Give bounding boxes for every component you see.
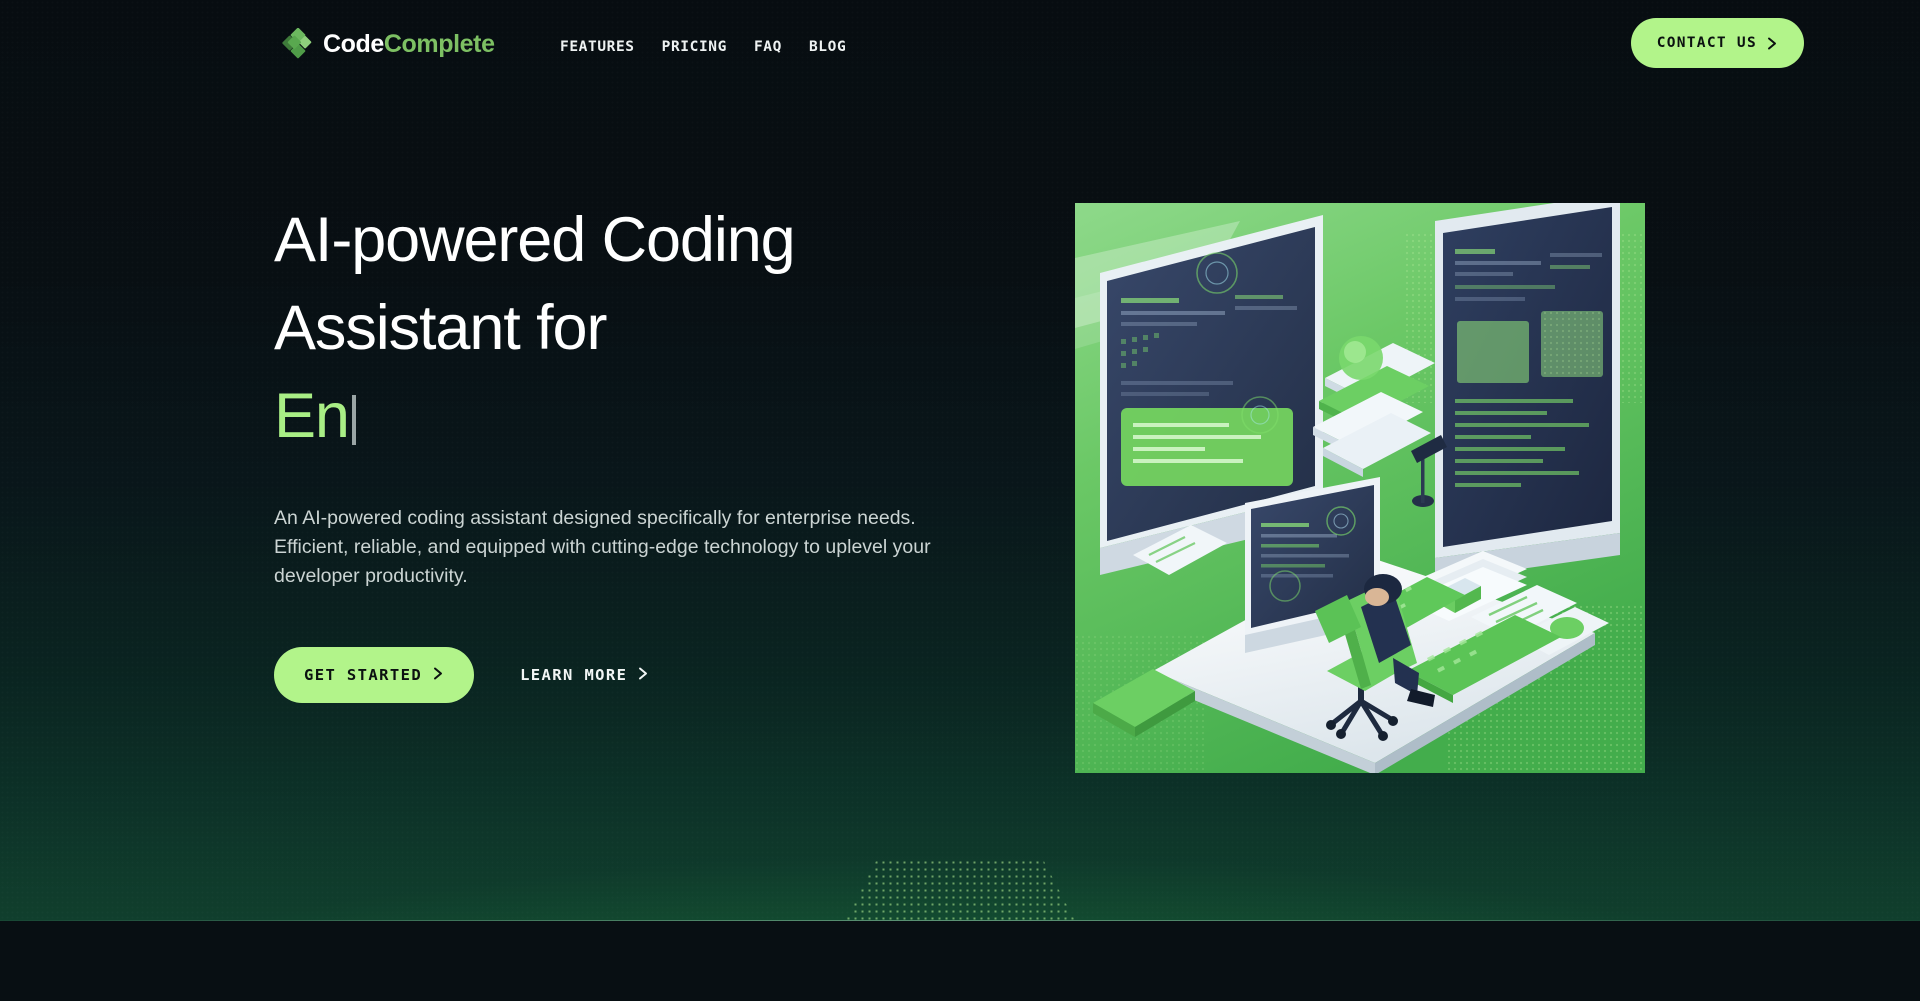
isometric-developer-workspace-illustration [1075, 203, 1645, 773]
chevron-right-icon [433, 667, 444, 683]
learn-more-button[interactable]: LEARN MORE [520, 666, 649, 684]
brand-logo[interactable]: CodeComplete [281, 27, 495, 61]
brand-name-part2: Complete [383, 30, 495, 58]
contact-us-button[interactable]: CONTACT US [1630, 18, 1804, 68]
get-started-label: GET STARTED [304, 666, 423, 685]
nav-item-pricing[interactable]: PRICING [662, 39, 727, 55]
headline-line-3: En [274, 372, 974, 460]
hero-content: AI-powered Coding Assistant for En An AI… [274, 196, 974, 704]
contact-us-label: CONTACT US [1656, 35, 1757, 51]
site-header: CodeComplete FEATURES PRICING FAQ BLOG C… [0, 0, 1920, 96]
below-fold-section [0, 921, 1920, 1001]
hero-headline: AI-powered Coding Assistant for En [274, 196, 974, 461]
landing-page: CodeComplete FEATURES PRICING FAQ BLOG C… [0, 0, 1920, 1001]
brand-name: CodeComplete [323, 32, 495, 57]
hero-cta-row: GET STARTED LEARN MORE [274, 647, 974, 704]
brand-name-part1: Code [323, 30, 384, 58]
headline-line-2: Assistant for [274, 293, 607, 364]
nav-item-faq[interactable]: FAQ [754, 39, 782, 55]
diamond-cluster-logo-icon [281, 27, 314, 61]
headline-line-1: AI-powered Coding [274, 205, 796, 275]
hero-halftone-pedestal [845, 859, 1075, 921]
nav-item-blog[interactable]: BLOG [809, 39, 846, 55]
typing-caret [351, 395, 356, 446]
main-navigation: FEATURES PRICING FAQ BLOG [560, 39, 846, 55]
nav-item-features[interactable]: FEATURES [560, 39, 635, 55]
headline-typed-text: En [274, 381, 350, 452]
chevron-right-icon [1767, 37, 1778, 50]
learn-more-label: LEARN MORE [520, 666, 628, 685]
hero-subheadline: An AI-powered coding assistant designed … [274, 506, 931, 588]
chevron-right-icon [638, 667, 649, 683]
get-started-button[interactable]: GET STARTED [274, 647, 475, 704]
